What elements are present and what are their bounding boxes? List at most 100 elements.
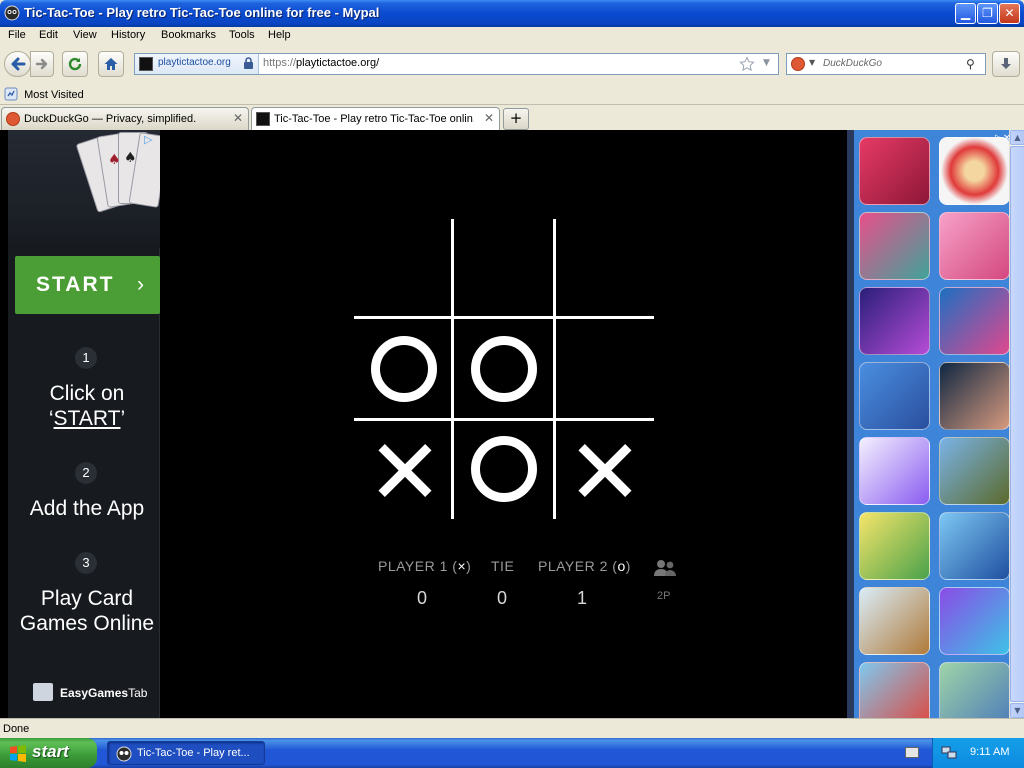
window-titlebar[interactable]: Tic-Tac-Toe - Play retro Tic-Tac-Toe onl… [0,0,1024,27]
board-cell[interactable] [554,319,654,419]
tab-close-icon[interactable]: ✕ [484,111,494,125]
tab-label: DuckDuckGo — Privacy, simplified. [24,113,197,125]
downloads-button[interactable] [992,51,1020,77]
two-people-icon[interactable] [652,558,678,578]
x-symbol-icon: × [457,558,467,574]
game-mode-label[interactable]: 2P [657,590,670,602]
forward-button[interactable] [30,51,54,77]
o-mark-icon [371,336,437,402]
menu-history[interactable]: History [111,29,145,41]
games-panel: ▷✕ [847,130,1009,718]
left-advertisement[interactable]: ♠ ♠ ▷ START › 1 Click on ‘START’ 2 Add t… [8,130,160,718]
tab-duckduckgo[interactable]: DuckDuckGo — Privacy, simplified. ✕ [1,107,249,130]
menu-help[interactable]: Help [268,29,291,41]
search-box[interactable]: ▼ DuckDuckGo ⚲ [786,53,986,75]
step-text: Play Card Games Online [8,586,166,636]
adchoices-icon[interactable]: ▷ [144,133,158,147]
close-window-button[interactable]: ✕ [999,3,1020,24]
step-line: ‘START’ [8,406,166,431]
step-line: Click on [49,382,125,405]
start-link[interactable]: START [54,407,121,430]
scroll-down-arrow-icon[interactable]: ▼ [1010,703,1024,718]
quote-close: ’ [120,407,126,430]
tab-close-icon[interactable]: ✕ [233,111,243,125]
tab-bar: DuckDuckGo — Privacy, simplified. ✕ Tic-… [0,105,1024,130]
player1-symbol: (×) [452,558,472,574]
menu-bookmarks[interactable]: Bookmarks [161,29,216,41]
home-button[interactable] [98,51,124,77]
step-text: Click on ‘START’ [8,381,166,431]
reload-button[interactable] [62,51,88,77]
scrollbar-thumb[interactable] [1010,146,1024,702]
game-thumbnail[interactable] [939,362,1009,430]
ad-start-button[interactable]: START › [15,256,160,314]
clock[interactable]: 9:11 AM [970,746,1010,758]
board-cell[interactable] [354,419,454,519]
game-thumbnail[interactable] [939,437,1009,505]
bookmark-most-visited[interactable]: Most Visited [4,87,84,101]
restore-button[interactable]: ❐ [977,3,998,24]
menu-file[interactable]: File [8,29,26,41]
player1-score-label[interactable]: PLAYER 1 (×) [378,558,471,574]
game-thumbnail[interactable] [859,287,930,355]
network-icon[interactable] [941,745,957,760]
address-bar[interactable]: playtictactoe.org https://playtictactoe.… [134,53,779,75]
player2-score-label[interactable]: PLAYER 2 (o) [538,558,631,574]
menu-bar: File Edit View History Bookmarks Tools H… [0,27,1024,46]
game-thumbnail[interactable] [859,512,930,580]
search-placeholder: DuckDuckGo [823,58,882,69]
game-thumbnail[interactable] [859,587,930,655]
url-dropdown-icon[interactable]: ▼ [763,58,770,68]
game-thumbnail[interactable] [859,137,930,205]
url-text[interactable]: https://playtictactoe.org/ [263,57,379,69]
game-thumbnail[interactable] [939,587,1009,655]
board-cell[interactable] [554,419,654,519]
player1-score: 0 [416,588,427,608]
menu-edit[interactable]: Edit [39,29,58,41]
plus-icon: + [509,109,523,127]
board-cell[interactable] [354,319,454,419]
tab-tic-tac-toe[interactable]: Tic-Tac-Toe - Play retro Tic-Tac-Toe onl… [251,107,500,130]
board-cell[interactable] [354,219,454,319]
game-thumbnail[interactable] [859,662,930,718]
start-button[interactable]: start [0,738,97,768]
scroll-up-arrow-icon[interactable]: ▲ [1010,130,1024,145]
step-number: 3 [75,552,97,574]
board-cell[interactable] [454,419,554,519]
game-thumbnail[interactable] [939,512,1009,580]
game-thumbnail[interactable] [939,662,1009,718]
new-tab-button[interactable]: + [503,108,529,130]
game-thumbnail[interactable] [859,212,930,280]
game-thumbnail[interactable] [939,137,1009,205]
forward-arrow-icon [35,58,48,70]
board-cell[interactable] [454,319,554,419]
game-thumbnail[interactable] [859,362,930,430]
step-number: 1 [75,347,97,369]
keyboard-icon[interactable] [905,747,919,758]
site-identity-button[interactable]: playtictactoe.org [135,54,259,74]
game-thumbnail[interactable] [939,287,1009,355]
board-cell[interactable] [554,219,654,319]
menu-view[interactable]: View [73,29,97,41]
o-mark-icon [471,336,537,402]
adchoices-icon[interactable]: ▷✕ [995,133,1009,144]
engine-dropdown-icon[interactable]: ▼ [809,58,815,67]
game-thumbnail[interactable] [859,437,930,505]
back-button[interactable] [4,51,31,77]
step-line: Play Card [40,587,134,610]
spade-suit-icon: ♠ [124,150,137,166]
bookmarks-folder-icon [4,87,18,101]
board-cell[interactable] [454,219,554,319]
o-symbol-icon: o [617,558,626,574]
site-identity-host: playtictactoe.org [158,57,231,68]
game-thumbnail[interactable] [939,212,1009,280]
bookmark-star-icon[interactable] [739,56,755,72]
minimize-button[interactable]: ▁ [955,3,976,24]
duckduckgo-engine-icon[interactable] [791,57,805,71]
menu-tools[interactable]: Tools [229,29,255,41]
search-icon[interactable]: ⚲ [966,57,975,71]
vertical-scrollbar[interactable]: ▲ ▼ [1009,130,1024,718]
step-line: Add the App [29,497,145,520]
start-label: start [32,742,69,761]
taskbar-window-button[interactable]: Tic-Tac-Toe - Play ret... [107,741,265,765]
